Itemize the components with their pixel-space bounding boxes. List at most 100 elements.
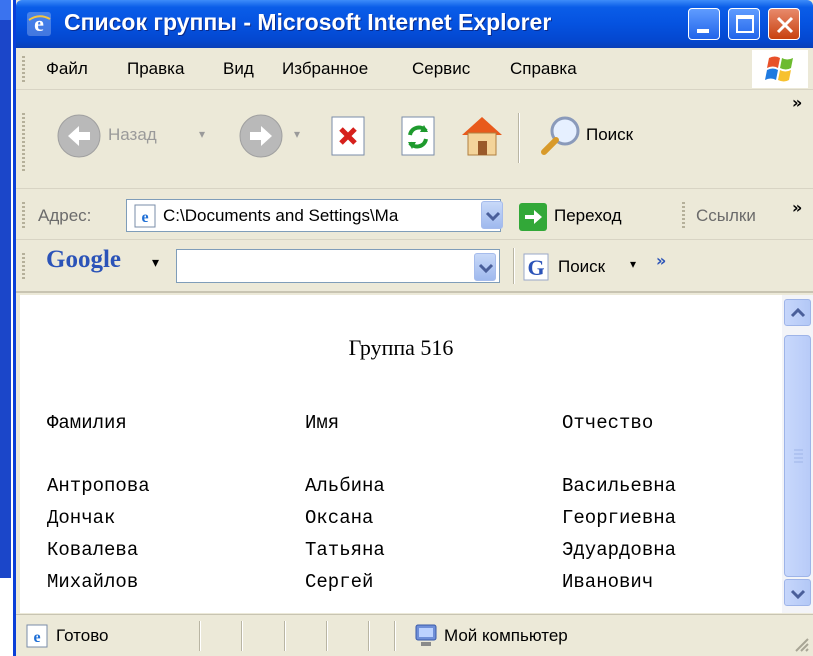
close-icon [776, 16, 794, 34]
resize-grip-icon[interactable] [792, 635, 810, 653]
table-cell: Васильевна [562, 475, 677, 497]
menu-help[interactable]: Справка [510, 59, 577, 79]
vertical-scrollbar[interactable] [782, 295, 813, 613]
google-grip[interactable] [22, 253, 25, 279]
back-dropdown-icon[interactable]: ▾ [199, 127, 205, 141]
back-arrow-icon[interactable] [56, 113, 102, 159]
menu-file[interactable]: Файл [46, 59, 88, 79]
menu-edit[interactable]: Правка [127, 59, 184, 79]
address-bar: Адрес: C:\Documents and Settings\Ma e Пе… [16, 190, 813, 240]
google-search-button-label[interactable]: Поиск [558, 257, 605, 277]
scroll-up-button[interactable] [784, 299, 811, 326]
table-cell: Сергей [305, 571, 374, 593]
table-cell: Георгиевна [562, 507, 677, 529]
page-title: Группа 516 [348, 335, 454, 360]
status-separator [326, 621, 328, 651]
google-search-input[interactable] [176, 249, 500, 283]
desktop-highlight [0, 0, 11, 20]
svg-text:G: G [527, 255, 544, 280]
table-cell: Ковалева [47, 539, 139, 561]
column-header-patronymic: Отчество [562, 412, 654, 434]
menu-view[interactable]: Вид [223, 59, 254, 79]
toolbar-grip[interactable] [22, 113, 25, 173]
standard-toolbar: Назад ▾ ▾ Поиск » [16, 91, 813, 189]
status-separator [241, 621, 243, 651]
chevron-down-icon [790, 589, 806, 600]
windows-flag-icon [765, 56, 793, 82]
svg-text:e: e [141, 209, 148, 226]
table-cell: Оксана [305, 507, 374, 529]
address-input[interactable]: C:\Documents and Settings\Ma [126, 199, 501, 232]
scroll-thumb[interactable] [784, 335, 811, 577]
browser-window: e Список группы - Microsoft Internet Exp… [13, 0, 813, 656]
links-label[interactable]: Ссылки [696, 206, 756, 226]
chevron-down-icon [485, 211, 501, 222]
windows-logo-area [752, 50, 808, 88]
google-separator [513, 248, 515, 284]
toolbar-more-icon[interactable]: » [792, 93, 802, 112]
minimize-button[interactable] [688, 8, 720, 40]
google-search-dropdown-icon[interactable]: ▾ [630, 257, 636, 271]
close-button[interactable] [768, 8, 800, 40]
title-bar[interactable]: e Список группы - Microsoft Internet Exp… [16, 0, 813, 48]
column-header-name: Имя [305, 412, 340, 434]
table-cell: Эдуардовна [562, 539, 677, 561]
google-g-icon[interactable]: G [523, 253, 549, 281]
table-cell: Михайлов [47, 571, 139, 593]
chevron-up-icon [790, 307, 806, 318]
google-logo[interactable]: Google [46, 246, 121, 274]
address-grip[interactable] [22, 202, 25, 228]
menu-bar: Файл Правка Вид Избранное Сервис Справка [16, 48, 813, 90]
table-cell: Антропова [47, 475, 150, 497]
go-button-label[interactable]: Переход [554, 206, 622, 226]
links-grip[interactable] [682, 202, 685, 228]
page-content: Группа 516 Фамилия Имя Отчество Антропов… [20, 295, 782, 613]
column-header-surname: Фамилия [47, 412, 127, 434]
go-arrow-icon[interactable] [518, 202, 548, 232]
forward-arrow-icon[interactable] [238, 113, 284, 159]
google-menu-icon[interactable]: ▾ [152, 255, 159, 271]
status-separator [368, 621, 370, 651]
menu-grip[interactable] [22, 56, 25, 82]
table-cell: Дончак [47, 507, 116, 529]
google-more-icon[interactable]: » [656, 251, 666, 270]
status-bar: e Готово Мой компьютер [16, 614, 813, 656]
back-button-label[interactable]: Назад [108, 125, 157, 145]
table-cell: Татьяна [305, 539, 385, 561]
ie-logo-icon: e [27, 11, 51, 36]
status-text: Готово [56, 626, 109, 645]
grip-lines-icon [794, 449, 803, 463]
table-cell: Альбина [305, 475, 385, 497]
google-toolbar: Google ▾ G Поиск ▾ » [16, 241, 813, 293]
links-more-icon[interactable]: » [792, 198, 802, 217]
maximize-icon [736, 15, 754, 33]
search-button-label[interactable]: Поиск [586, 125, 633, 145]
svg-text:e: e [33, 629, 40, 646]
address-dropdown-button[interactable] [481, 201, 503, 229]
scroll-down-button[interactable] [784, 579, 811, 606]
stop-icon[interactable] [328, 115, 370, 157]
window-title: Список группы - Microsoft Internet Explo… [64, 9, 552, 35]
status-separator [284, 621, 286, 651]
status-separator [199, 621, 201, 651]
page-icon: e [134, 204, 156, 228]
table-cell: Иванович [562, 571, 654, 593]
minimize-icon [697, 29, 709, 33]
menu-tools[interactable]: Сервис [412, 59, 470, 79]
page-done-icon: e [26, 624, 48, 648]
home-icon[interactable] [457, 111, 507, 159]
refresh-icon[interactable] [398, 115, 440, 157]
status-separator [394, 621, 396, 651]
desktop-background [0, 0, 11, 578]
desktop-edge [0, 0, 14, 656]
search-icon[interactable] [537, 111, 585, 159]
computer-zone-icon [415, 624, 437, 646]
security-zone-text: Мой компьютер [444, 626, 568, 645]
maximize-button[interactable] [728, 8, 760, 40]
forward-dropdown-icon[interactable]: ▾ [294, 127, 300, 141]
google-dropdown-button[interactable] [474, 253, 496, 281]
svg-text:e: e [34, 11, 44, 36]
menu-favorites[interactable]: Избранное [282, 59, 368, 79]
address-label: Адрес: [38, 206, 92, 225]
toolbar-separator [518, 113, 520, 163]
